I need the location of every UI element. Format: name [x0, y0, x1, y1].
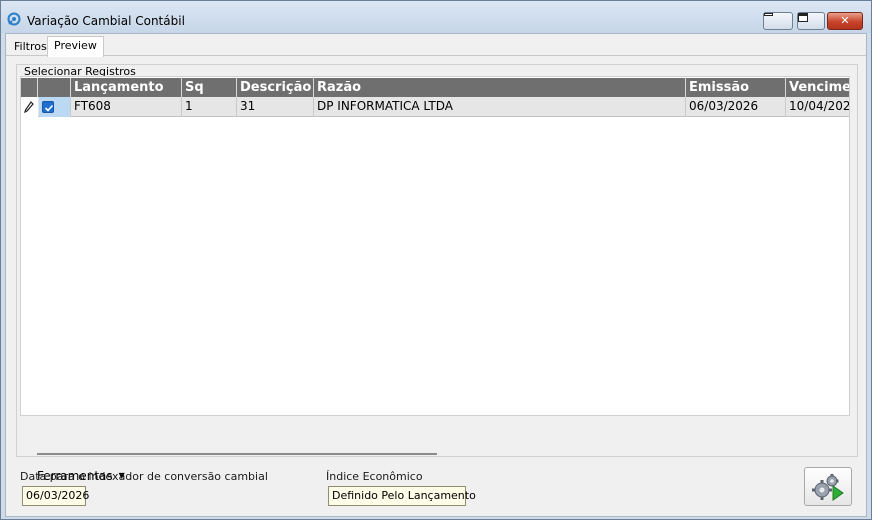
horizontal-scrollbar[interactable]	[37, 453, 437, 455]
maximize-icon	[798, 13, 808, 22]
gears-run-icon	[812, 474, 844, 501]
title-bar[interactable]: Variação Cambial Contábil ✕	[1, 1, 871, 33]
app-icon	[7, 12, 21, 26]
check-icon	[44, 104, 54, 112]
cell-lancamento[interactable]: FT608	[71, 97, 182, 117]
cell-sq[interactable]: 1	[182, 97, 237, 117]
header-vencimento[interactable]: Vencimento	[786, 78, 849, 97]
header-lancamento[interactable]: Lançamento	[71, 78, 182, 97]
window: Variação Cambial Contábil ✕ Filtros Prev…	[0, 0, 872, 520]
maximize-button[interactable]	[797, 12, 825, 30]
cell-razao[interactable]: DP INFORMATICA LTDA	[314, 97, 686, 117]
pencil-icon	[24, 101, 34, 113]
tab-preview[interactable]: Preview	[47, 36, 104, 57]
row-indicator	[21, 97, 38, 117]
minimize-button[interactable]	[763, 12, 793, 30]
cell-vencimento[interactable]: 10/04/2026	[786, 97, 849, 117]
header-sq[interactable]: Sq	[182, 78, 237, 97]
records-grid[interactable]: Lançamento Sq Descrição Razão Emissão Ve…	[20, 76, 850, 416]
preview-panel: Selecionar Registros Lançamento Sq Descr…	[16, 64, 858, 483]
tab-filtros[interactable]: Filtros	[8, 38, 53, 58]
execute-button[interactable]	[804, 467, 852, 506]
header-descricao[interactable]: Descrição	[237, 78, 314, 97]
header-indicator	[21, 78, 38, 97]
cell-descricao[interactable]: 31	[237, 97, 314, 117]
client-area: Filtros Preview Selecionar Registros Lan…	[5, 33, 867, 517]
index-label: Índice Econômico	[326, 470, 423, 483]
grid-header: Lançamento Sq Descrição Razão Emissão Ve…	[21, 78, 849, 97]
minimize-icon	[764, 13, 773, 16]
date-label: Data para o indexador de conversão cambi…	[20, 470, 268, 483]
close-icon: ✕	[840, 14, 850, 27]
tab-strip: Filtros Preview	[6, 34, 866, 58]
index-field[interactable]: Definido Pelo Lançamento	[328, 486, 476, 506]
cell-emissao[interactable]: 06/03/2026	[686, 97, 786, 117]
date-field[interactable]: 06/03/2026	[22, 486, 89, 506]
header-emissao[interactable]: Emissão	[686, 78, 786, 97]
row-checkbox[interactable]	[42, 101, 54, 113]
close-button[interactable]: ✕	[827, 12, 863, 30]
table-row[interactable]: FT608 1 31 DP INFORMATICA LTDA 06/03/202…	[21, 97, 849, 117]
header-check[interactable]	[38, 78, 71, 97]
row-select-cell[interactable]	[39, 97, 71, 117]
header-razao[interactable]: Razão	[314, 78, 686, 97]
window-title: Variação Cambial Contábil	[27, 14, 185, 28]
